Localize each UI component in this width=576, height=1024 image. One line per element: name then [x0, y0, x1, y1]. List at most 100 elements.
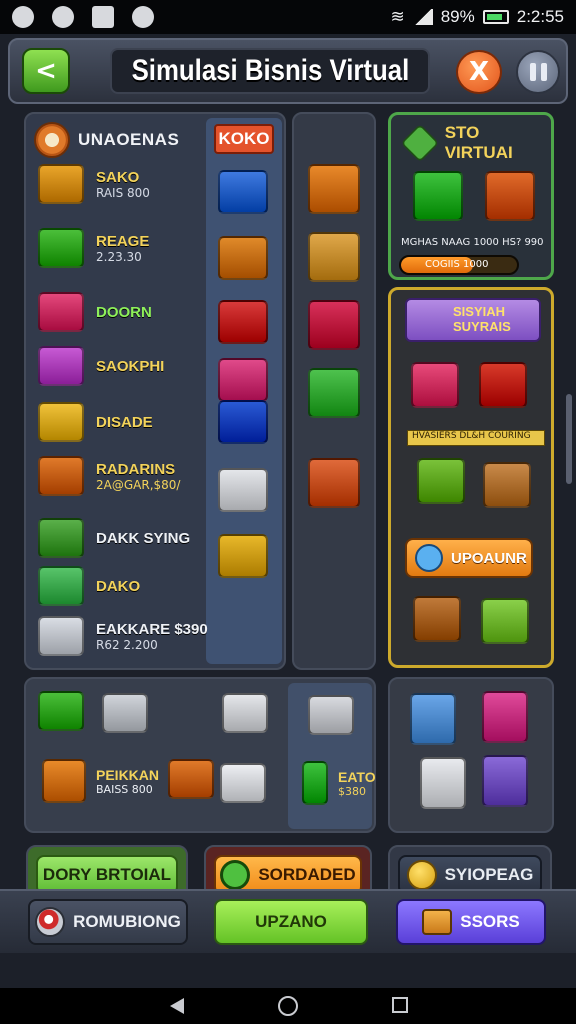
shop-item-name: RADARINS	[96, 460, 176, 478]
orange-cabinet-icon[interactable]	[485, 171, 535, 221]
store-info: MGHAS NAAG 1000 HS? 990	[401, 237, 544, 248]
inventory-item[interactable]: PEIKKAN BAISS 800	[42, 759, 159, 803]
inventory-item-text: PEIKKAN BAISS 800	[96, 767, 159, 796]
white-van-icon[interactable]	[220, 763, 266, 803]
inventory-item-price: BAISS 800	[96, 782, 153, 796]
back-button[interactable]: <	[22, 48, 70, 94]
cardboard-box-icon[interactable]	[413, 596, 461, 642]
shop-item-name: DISADE	[96, 413, 153, 431]
nav-left-button[interactable]: ROMUBIONG	[28, 899, 188, 945]
appliance-icon[interactable]	[308, 695, 354, 735]
settings-icon	[132, 6, 154, 28]
nav-upgrade-button[interactable]: UPZANO	[214, 899, 368, 945]
shop-item[interactable]: DISADE	[38, 402, 153, 442]
food-truck-icon	[38, 616, 84, 656]
primary-action-label: DORY BRTOIAL	[42, 865, 172, 884]
inventory-item[interactable]: EATO $380	[302, 761, 376, 805]
alarm-icon	[35, 907, 66, 937]
blue-store-icon[interactable]	[218, 400, 268, 444]
signal-icon	[412, 9, 433, 25]
system-back-icon[interactable]	[170, 998, 184, 1014]
plant-pot-icon[interactable]	[481, 598, 529, 644]
orange-crate-icon[interactable]	[308, 164, 360, 214]
shopping-cart-icon[interactable]	[218, 170, 268, 214]
pink-stall-icon[interactable]	[218, 358, 268, 402]
red-sofa-icon[interactable]	[308, 300, 360, 350]
delivery-truck-icon	[38, 164, 84, 204]
inventory-item-name: PEIKKAN	[96, 766, 160, 783]
shop-item-text: SAKO RAIS 800	[96, 169, 150, 200]
orange-kiosk-icon[interactable]	[168, 759, 214, 799]
upgrade-button[interactable]: UPOAUNR	[405, 538, 533, 578]
cash-stack-icon	[38, 518, 84, 558]
shop-title: UNAOENAS	[78, 130, 180, 149]
nav-left-label: ROMUBIONG	[73, 912, 181, 931]
pink-car-icon	[38, 292, 84, 332]
fruit-crate-icon[interactable]	[417, 458, 465, 504]
inventory-item-price: $380	[338, 784, 366, 798]
white-cube-icon[interactable]	[420, 757, 466, 809]
shop-tag[interactable]: KOKO	[214, 124, 274, 154]
top-bar: < Simulasi Bisnis Virtual X	[8, 38, 568, 104]
green-truck-icon[interactable]	[38, 691, 84, 731]
red-armchair-icon[interactable]	[479, 362, 527, 408]
shop-item[interactable]: DAKO	[38, 566, 140, 606]
upgrade-label: UPOAUNR	[451, 549, 527, 567]
yellow-van-icon[interactable]	[218, 534, 268, 578]
green-chair-icon[interactable]	[308, 368, 360, 418]
purple-fridge-icon[interactable]	[482, 755, 528, 807]
white-crate-icon[interactable]	[218, 468, 268, 512]
shop-item[interactable]: DAKK SYING	[38, 518, 190, 558]
shop-item-text: REAGE 2.23.30	[96, 233, 149, 264]
cash-bundle-icon[interactable]	[413, 171, 463, 221]
treasure-box-icon	[422, 909, 453, 935]
shop-item[interactable]: EAKKARE $390 R62 2.200	[38, 616, 208, 656]
shop-item-price: 2.23.30	[96, 249, 142, 264]
silver-car-icon[interactable]	[102, 693, 148, 733]
gear-icon	[34, 122, 70, 158]
food-basket-icon[interactable]	[308, 232, 360, 282]
market-counter-icon[interactable]	[308, 458, 360, 508]
shop-item[interactable]: SAOKPHI	[38, 346, 164, 386]
special-banner[interactable]: SISYIAH SUYRAIS	[405, 298, 541, 342]
battery-icon	[482, 10, 509, 24]
store-progress-label: COGIIS 1000	[425, 259, 489, 270]
page-title: Simulasi Bisnis Virtual	[131, 54, 409, 87]
globe-icon	[12, 6, 34, 28]
register-icon	[38, 402, 84, 442]
decor-panel	[388, 677, 554, 833]
gift-box-icon[interactable]	[410, 693, 456, 745]
shop-item-text: DOORN	[96, 304, 152, 321]
pause-icon-bar	[540, 63, 547, 81]
back-arrow-icon: <	[35, 56, 57, 86]
shop-item[interactable]: RADARINS 2A@GAR,$80/	[38, 456, 180, 496]
game-screen: < Simulasi Bisnis Virtual X UNAOENAS KOK…	[0, 34, 576, 988]
red-kiosk-icon[interactable]	[218, 300, 268, 344]
pause-button[interactable]	[516, 50, 560, 94]
shop-item-name: REAGE	[96, 232, 150, 250]
nav-right-label: SSORS	[460, 912, 520, 931]
close-button[interactable]: X	[456, 50, 502, 94]
shop-item[interactable]: SAKO RAIS 800	[38, 164, 150, 204]
produce-stand-icon[interactable]	[411, 362, 459, 408]
white-crate-icon[interactable]	[222, 693, 268, 733]
shop-item-name: DAKK SYING	[96, 529, 191, 547]
upgrade-badge-icon	[415, 544, 443, 572]
sync-icon	[52, 6, 74, 28]
system-home-icon[interactable]	[278, 996, 298, 1016]
title-plate: Simulasi Bisnis Virtual	[110, 48, 430, 94]
pink-sofa-icon[interactable]	[482, 691, 528, 743]
shop-item-text: EAKKARE $390 R62 2.200	[96, 621, 208, 652]
shop-item-price: R62 2.200	[96, 637, 158, 652]
nav-center-label: UPZANO	[255, 912, 327, 931]
system-recents-icon[interactable]	[392, 997, 408, 1013]
shop-item[interactable]: DOORN	[38, 292, 152, 332]
scrollbar[interactable]	[566, 394, 572, 484]
nav-store-button[interactable]: SSORS	[396, 899, 546, 945]
cardboard-box-icon[interactable]	[218, 236, 268, 280]
shop-item[interactable]: REAGE 2.23.30	[38, 228, 149, 268]
shop-item-text: DAKK SYING	[96, 530, 190, 547]
shop-booth-icon	[38, 456, 84, 496]
store-panel: STO VIRTUAI MGHAS NAAG 1000 HS? 990 COGI…	[388, 112, 554, 280]
brown-box-icon[interactable]	[483, 462, 531, 508]
